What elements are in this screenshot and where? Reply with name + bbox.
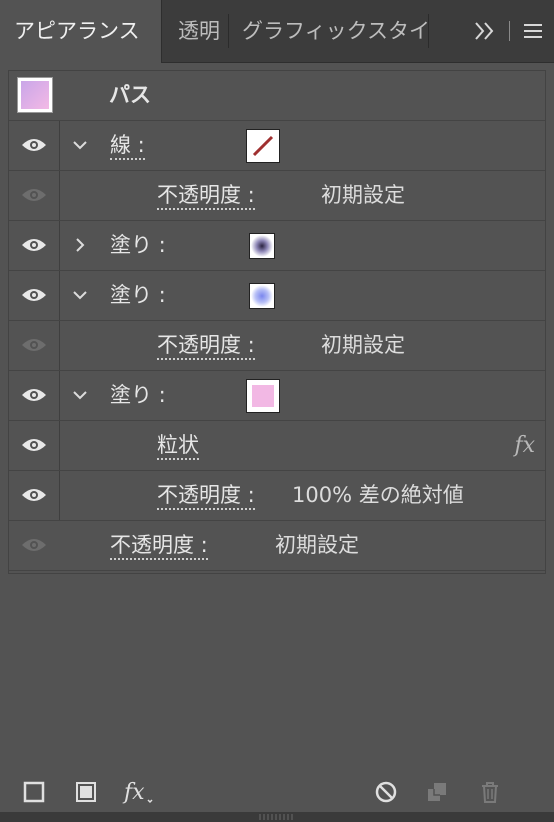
header-row[interactable]: パス bbox=[9, 71, 545, 121]
duplicate-item-icon bbox=[428, 783, 446, 801]
row-label[interactable]: 塗り : bbox=[110, 271, 166, 320]
path-thumbnail bbox=[17, 77, 53, 113]
stroke-row[interactable]: 線 : bbox=[9, 121, 545, 171]
eye-icon bbox=[22, 439, 46, 451]
stroke-none-swatch[interactable] bbox=[246, 129, 280, 163]
row-label[interactable]: 線 : bbox=[110, 121, 145, 170]
eye-icon bbox=[22, 239, 46, 251]
trash-icon bbox=[482, 782, 498, 803]
visibility-toggle[interactable] bbox=[9, 221, 60, 270]
visibility-toggle[interactable] bbox=[9, 421, 60, 470]
eye-icon bbox=[22, 539, 46, 551]
chevron-right-icon[interactable] bbox=[71, 233, 89, 257]
tab-graphic-styles[interactable]: グラフィックスタイ bbox=[242, 0, 428, 62]
eye-icon bbox=[22, 139, 46, 151]
effect-row[interactable]: 粒状 fx bbox=[9, 421, 545, 471]
tab-label: アピアランス bbox=[14, 19, 140, 43]
eye-icon bbox=[22, 489, 46, 501]
chevron-double-right-icon[interactable] bbox=[473, 0, 495, 62]
visibility-toggle[interactable] bbox=[9, 371, 60, 420]
row-label[interactable]: 塗り : bbox=[110, 221, 166, 270]
svg-text:fx: fx bbox=[122, 780, 145, 805]
tab-appearance[interactable]: アピアランス bbox=[0, 0, 162, 63]
resize-grip[interactable] bbox=[0, 812, 554, 822]
row-label[interactable]: 不透明度 : bbox=[157, 471, 255, 520]
visibility-toggle[interactable] bbox=[9, 321, 60, 370]
row-value: 100% 差の絶対値 bbox=[292, 483, 464, 507]
visibility-toggle[interactable] bbox=[9, 171, 60, 220]
tab-transparency[interactable]: 透明 bbox=[178, 0, 228, 62]
visibility-toggle[interactable] bbox=[9, 521, 59, 570]
row-label[interactable]: 塗り : bbox=[110, 371, 166, 420]
tab-label: グラフィックスタイ bbox=[242, 19, 428, 43]
row-label[interactable]: 不透明度 : bbox=[157, 321, 255, 370]
add-stroke-icon[interactable] bbox=[20, 778, 48, 806]
add-fill-icon[interactable] bbox=[72, 778, 100, 806]
chevron-down-icon[interactable] bbox=[71, 283, 89, 307]
row-value: 初期設定 bbox=[275, 533, 359, 557]
opacity-row[interactable]: 不透明度 : 初期設定 bbox=[9, 321, 545, 371]
opacity-row[interactable]: 不透明度 : 100% 差の絶対値 bbox=[9, 471, 545, 521]
header-title: パス bbox=[109, 83, 151, 107]
fill-dark-swatch[interactable] bbox=[249, 233, 275, 259]
visibility-toggle[interactable] bbox=[9, 471, 60, 520]
fx-icon[interactable]: fx bbox=[122, 778, 158, 806]
tab-divider bbox=[228, 14, 229, 48]
opacity-row[interactable]: 不透明度 : 初期設定 bbox=[9, 171, 545, 221]
bottom-toolbar: fx bbox=[0, 772, 554, 812]
clear-appearance-icon[interactable] bbox=[372, 778, 400, 806]
appearance-list: パス 線 : 不透明度 : 初期設定 塗り : 塗り: 不透明度: 初期設定… bbox=[8, 70, 546, 574]
eye-icon bbox=[22, 189, 46, 201]
toolbar-divider bbox=[509, 21, 510, 41]
fx-icon: fx bbox=[514, 433, 535, 458]
fill-row[interactable]: 塗り : bbox=[9, 221, 545, 271]
grip-lines-icon bbox=[259, 814, 293, 820]
visibility-toggle[interactable] bbox=[9, 121, 60, 170]
eye-icon bbox=[22, 289, 46, 301]
eye-icon bbox=[22, 339, 46, 351]
chevron-down-icon[interactable] bbox=[71, 383, 89, 407]
visibility-toggle[interactable] bbox=[9, 271, 60, 320]
tab-label: 透明 bbox=[178, 19, 220, 43]
eye-icon bbox=[22, 389, 46, 401]
tab-bar: アピアランス 透明 グラフィックスタイ bbox=[0, 0, 554, 63]
fill-row[interactable]: 塗り : bbox=[9, 371, 545, 421]
row-label[interactable]: 不透明度 : bbox=[110, 521, 208, 570]
object-opacity-row[interactable]: 不透明度 : 初期設定 bbox=[9, 521, 545, 571]
row-label[interactable]: 不透明度 : bbox=[157, 171, 255, 220]
row-label[interactable]: 粒状 bbox=[157, 421, 199, 470]
hamburger-menu-icon[interactable] bbox=[522, 0, 544, 62]
tab-divider bbox=[428, 14, 429, 48]
fill-row[interactable]: 塗り : bbox=[9, 271, 545, 321]
fill-pink-swatch[interactable] bbox=[246, 379, 280, 413]
row-value: 初期設定 bbox=[321, 183, 405, 207]
row-value: 初期設定 bbox=[321, 333, 405, 357]
chevron-down-icon[interactable] bbox=[71, 133, 89, 157]
fill-blue-swatch[interactable] bbox=[249, 283, 275, 309]
